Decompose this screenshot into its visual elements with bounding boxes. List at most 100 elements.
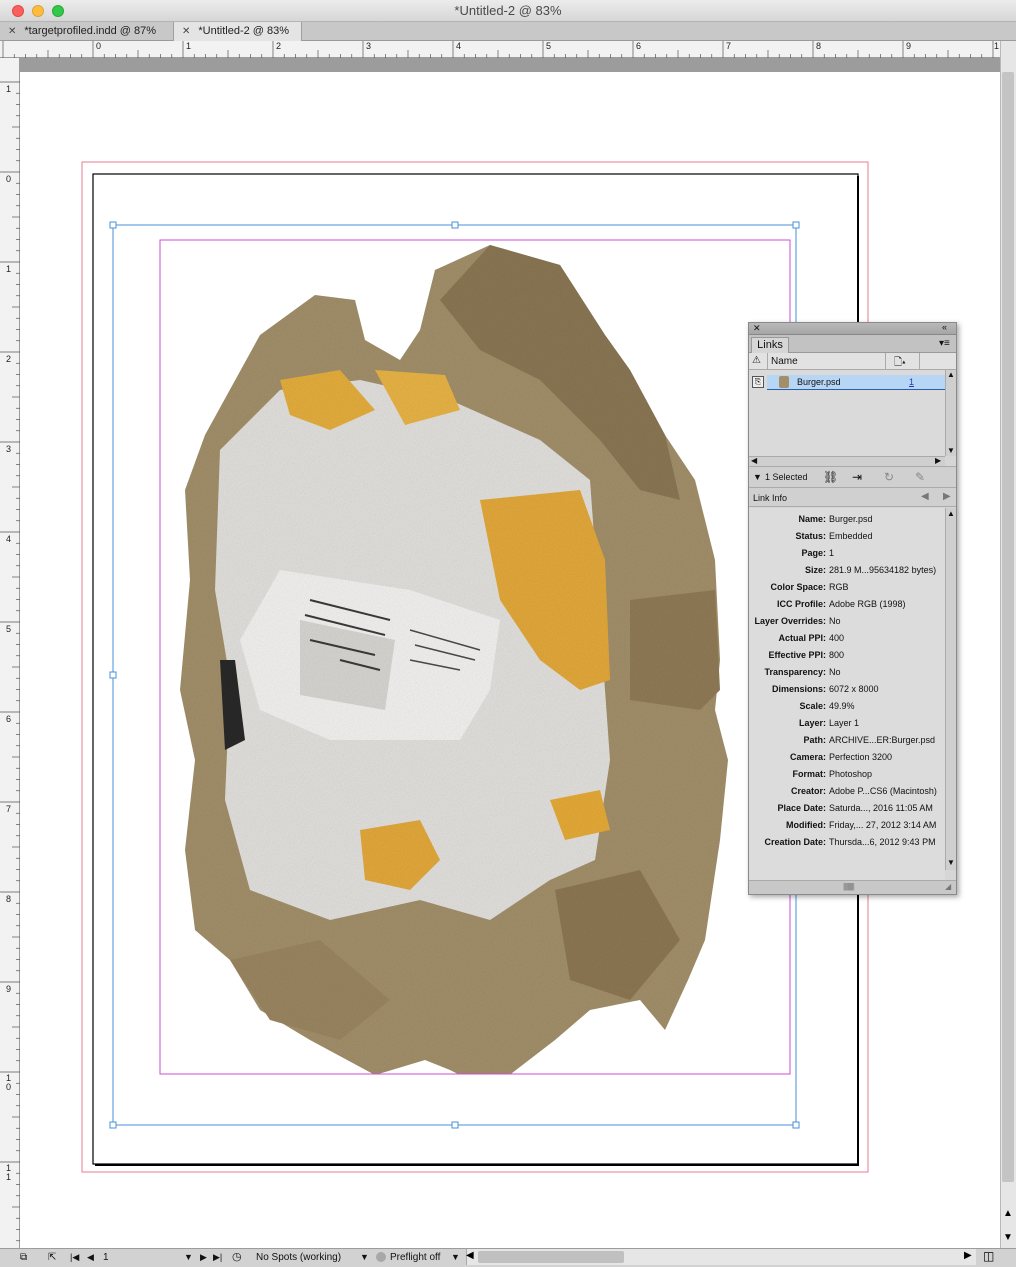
split-view-icon[interactable]: ◫ <box>983 1249 994 1263</box>
spots-dropdown-icon[interactable]: ▼ <box>360 1252 369 1262</box>
relink-icon[interactable]: ⛓ <box>823 470 838 484</box>
info-value: No <box>829 616 841 626</box>
link-info-header: Link Info ◀ ▶ <box>749 488 956 507</box>
next-link-icon[interactable]: ▶ <box>943 491 951 502</box>
link-info-scrollbar[interactable]: ▲ ▼ <box>945 508 956 870</box>
horizontal-scroll-thumb[interactable] <box>478 1251 624 1263</box>
update-link-icon[interactable]: ↻ <box>884 470 894 484</box>
info-value: 800 <box>829 650 845 660</box>
links-list[interactable]: ⎘ Burger.psd 1 <box>749 370 956 456</box>
info-key: Modified: <box>786 820 826 830</box>
info-value: Embedded <box>829 531 873 541</box>
link-page-number[interactable]: 1 <box>909 377 914 387</box>
info-key: ICC Profile: <box>776 599 826 609</box>
last-page-icon[interactable]: ▶| <box>213 1252 222 1263</box>
info-value: 400 <box>829 633 845 643</box>
tab-label: *Untitled-2 @ 83% <box>198 25 290 37</box>
ruler-label: 0 <box>6 174 12 184</box>
history-clock-icon[interactable]: ◷ <box>232 1250 242 1263</box>
edit-original-icon[interactable]: ✎ <box>915 470 925 484</box>
image-frame[interactable] <box>112 224 797 1126</box>
info-key: Format: <box>792 769 827 779</box>
ruler-label: 7 <box>726 41 732 51</box>
resize-handle[interactable] <box>109 221 117 229</box>
resize-handle[interactable] <box>451 1121 459 1129</box>
warning-icon[interactable]: ⚠ <box>752 355 761 366</box>
preflight-dropdown-icon[interactable]: ▼ <box>451 1252 460 1262</box>
vertical-ruler[interactable]: 1 0 1 2 3 4 5 6 7 8 9 1 0 1 1 <box>0 58 20 1248</box>
tab-untitled-2[interactable]: ✕ *Untitled-2 @ 83% <box>174 22 302 41</box>
resize-handle[interactable] <box>109 671 117 679</box>
collapse-panel-icon[interactable]: « <box>942 322 947 332</box>
ruler-label: 6 <box>636 41 642 51</box>
info-key: Layer Overrides: <box>754 616 826 626</box>
ruler-label: 8 <box>6 894 12 904</box>
links-panel: ✕ « Links ▾≡ ⚠ Name 🗋▴ ⎘ Burger.psd 1 ▲ … <box>748 322 957 895</box>
panel-titlebar[interactable]: ✕ « <box>749 322 956 335</box>
go-to-link-icon[interactable]: ⇥ <box>852 470 862 484</box>
info-value: No <box>829 667 841 677</box>
panel-resize-footer[interactable]: |||||||||| ◢ <box>749 880 956 894</box>
resize-handle[interactable] <box>451 221 459 229</box>
scroll-up-arrow-icon[interactable]: ▲ <box>1003 1208 1013 1219</box>
info-value: Thursda...6, 2012 9:43 PM <box>829 837 936 847</box>
link-row[interactable]: Burger.psd 1 <box>767 375 945 390</box>
pasteboard-strip <box>0 58 1000 72</box>
margin-guide <box>159 239 791 1075</box>
info-key: Transparency: <box>764 667 826 677</box>
open-in-window-icon[interactable]: ⇱ <box>48 1252 56 1263</box>
page-dropdown-icon[interactable]: ▼ <box>184 1252 193 1262</box>
info-key: Place Date: <box>777 803 826 813</box>
spots-status: No Spots (working) <box>256 1252 342 1263</box>
close-tab-icon[interactable]: ✕ <box>182 26 190 37</box>
links-list-hscrollbar[interactable]: ◀ ▶ <box>749 456 945 466</box>
previous-link-icon[interactable]: ◀ <box>921 491 929 502</box>
window-title: *Untitled-2 @ 83% <box>454 3 562 18</box>
preflight-status: Preflight off <box>390 1252 441 1263</box>
document-tab-bar: ✕ *targetprofiled.indd @ 87% ✕ *Untitled-2… <box>0 22 1016 41</box>
resize-handle[interactable] <box>792 221 800 229</box>
info-key: Dimensions: <box>771 684 826 694</box>
thumbnail-icon <box>779 376 789 388</box>
info-value: Adobe RGB (1998) <box>829 599 906 609</box>
vertical-scroll-thumb[interactable] <box>1002 72 1014 1182</box>
ruler-label: 6 <box>6 714 12 724</box>
panel-menu-icon[interactable]: ▾≡ <box>939 338 950 349</box>
previous-page-icon[interactable]: ◀ <box>87 1252 94 1263</box>
view-mode-icon[interactable]: ⧉ <box>20 1252 27 1263</box>
horizontal-ruler[interactable]: 0 1 2 3 4 5 6 7 8 9 1 <box>0 41 1000 58</box>
ruler-label: 3 <box>6 444 12 454</box>
info-key: Creator: <box>790 786 826 796</box>
ruler-label: 4 <box>6 534 12 544</box>
tab-targetprofiled[interactable]: ✕ *targetprofiled.indd @ 87% <box>0 22 174 41</box>
info-value: Perfection 3200 <box>829 752 893 762</box>
info-key: Status: <box>795 531 826 541</box>
link-name: Burger.psd <box>797 377 841 387</box>
name-column-header[interactable]: Name <box>771 356 798 367</box>
scroll-right-arrow-icon[interactable]: ▶ <box>964 1250 972 1261</box>
ruler-label: 1 0 <box>6 1073 12 1092</box>
links-column-header: ⚠ Name 🗋▴ <box>749 353 956 370</box>
links-list-scrollbar[interactable]: ▲ ▼ <box>945 370 956 456</box>
scroll-down-arrow-icon[interactable]: ▼ <box>1003 1232 1013 1243</box>
info-key: Creation Date: <box>764 837 826 847</box>
tab-label: *targetprofiled.indd @ 87% <box>24 25 157 37</box>
info-key: Name: <box>798 514 826 524</box>
page-number-field[interactable]: 1 <box>103 1252 109 1263</box>
first-page-icon[interactable]: |◀ <box>70 1252 79 1263</box>
selected-count: 1 Selected <box>765 472 808 482</box>
tab-links[interactable]: Links <box>751 337 789 353</box>
info-value: 1 <box>829 548 835 558</box>
info-key: Camera: <box>789 752 826 762</box>
resize-handle[interactable] <box>109 1121 117 1129</box>
next-page-icon[interactable]: ▶ <box>200 1252 207 1263</box>
show-info-toggle-icon[interactable]: ▼ <box>753 472 762 482</box>
ruler-label: 8 <box>816 41 822 51</box>
links-toolbar: ▼ 1 Selected ⛓ ⇥ ↻ ✎ <box>749 466 956 488</box>
info-key: Layer: <box>798 718 826 728</box>
close-tab-icon[interactable]: ✕ <box>8 26 16 37</box>
resize-handle[interactable] <box>792 1121 800 1129</box>
scroll-left-arrow-icon[interactable]: ◀ <box>466 1250 474 1261</box>
ruler-label: 1 <box>994 41 1000 51</box>
close-panel-icon[interactable]: ✕ <box>753 323 761 334</box>
